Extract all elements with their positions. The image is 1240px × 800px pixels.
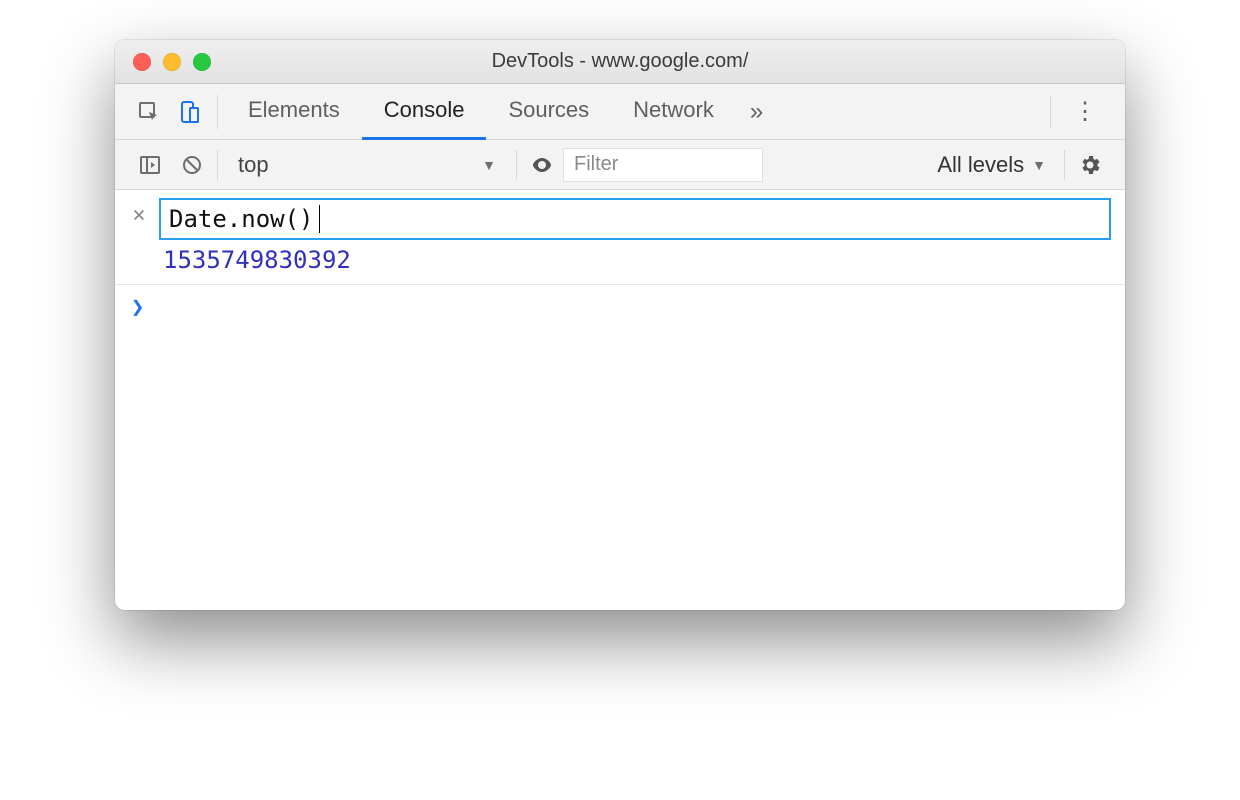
window-close-button[interactable] <box>133 53 151 71</box>
divider <box>516 150 517 180</box>
divider <box>217 150 218 180</box>
tab-label: Network <box>633 97 714 123</box>
window-traffic-lights <box>115 53 211 71</box>
devtools-window: DevTools - www.google.com/ Elements Cons… <box>115 40 1125 610</box>
dropdown-icon: ▼ <box>482 157 496 173</box>
devtools-tabstrip: Elements Console Sources Network » ⋮ <box>115 84 1125 140</box>
console-toolbar: top ▼ All levels ▼ <box>115 140 1125 190</box>
context-label: top <box>238 152 269 178</box>
levels-label: All levels <box>937 152 1024 178</box>
console-entry: × Date.now() 1535749830392 <box>115 190 1125 285</box>
live-expression-icon[interactable] <box>521 145 563 185</box>
window-minimize-button[interactable] <box>163 53 181 71</box>
filter-input[interactable] <box>563 148 763 182</box>
device-toolbar-icon[interactable] <box>169 92 209 132</box>
tab-label: Sources <box>508 97 589 123</box>
divider <box>217 95 218 129</box>
log-levels-selector[interactable]: All levels ▼ <box>923 152 1060 178</box>
console-eager-input[interactable]: Date.now() <box>159 198 1111 240</box>
window-titlebar: DevTools - www.google.com/ <box>115 40 1125 84</box>
console-prompt[interactable]: ❯ <box>115 285 1125 330</box>
console-output: × Date.now() 1535749830392 ❯ <box>115 190 1125 610</box>
tab-label: Elements <box>248 97 340 123</box>
tab-elements[interactable]: Elements <box>226 84 362 140</box>
tabs-overflow-icon[interactable]: » <box>736 98 777 126</box>
prompt-chevron-icon: ❯ <box>131 295 144 320</box>
window-title: DevTools - www.google.com/ <box>115 50 1125 73</box>
clear-console-icon[interactable] <box>171 145 213 185</box>
console-eager-result: 1535749830392 <box>129 240 1111 274</box>
tab-network[interactable]: Network <box>611 84 736 140</box>
devtools-menu-icon[interactable]: ⋮ <box>1059 97 1111 126</box>
divider <box>1050 95 1051 129</box>
console-eager-input-line: × Date.now() <box>129 198 1111 240</box>
text-caret <box>319 205 320 233</box>
console-sidebar-toggle-icon[interactable] <box>129 145 171 185</box>
expression-text: Date.now() <box>169 205 314 233</box>
dropdown-icon: ▼ <box>1032 157 1046 173</box>
tab-console[interactable]: Console <box>362 84 487 140</box>
tab-label: Console <box>384 97 465 123</box>
tab-sources[interactable]: Sources <box>486 84 611 140</box>
window-zoom-button[interactable] <box>193 53 211 71</box>
inspect-element-icon[interactable] <box>129 92 169 132</box>
execution-context-selector[interactable]: top ▼ <box>222 140 512 190</box>
console-settings-icon[interactable] <box>1069 145 1111 185</box>
divider <box>1064 150 1065 180</box>
clear-expression-icon[interactable]: × <box>129 198 149 234</box>
